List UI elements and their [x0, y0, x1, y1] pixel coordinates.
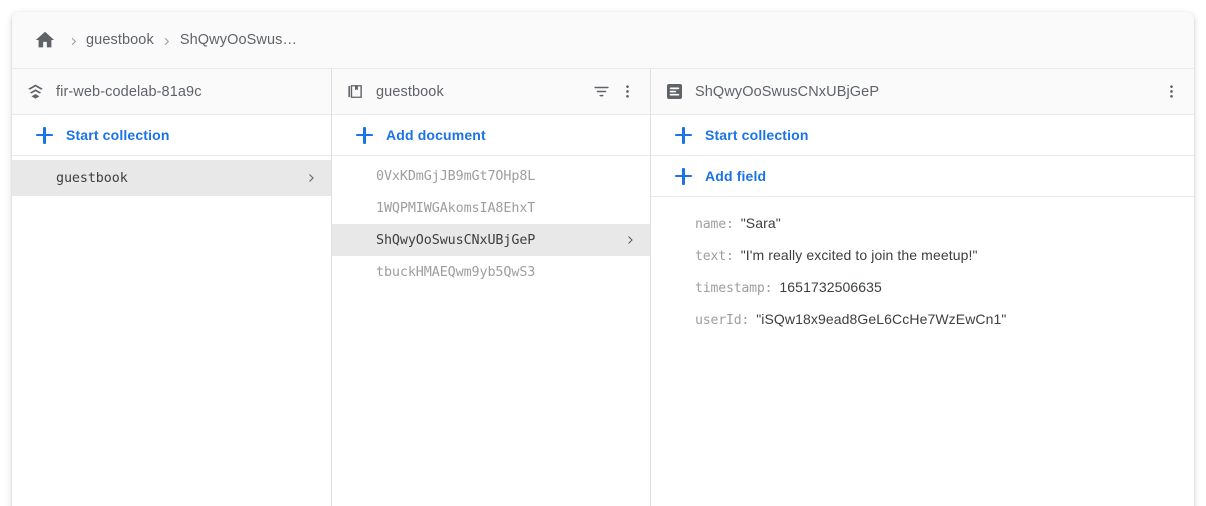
breadcrumb-separator-2 — [154, 33, 180, 47]
chevron-right-icon — [305, 172, 317, 184]
add-field-label: Add field — [705, 168, 766, 184]
collection-name: guestbook — [56, 171, 297, 186]
list-item-document[interactable]: tbuckHMAEQwm9yb5QwS3 — [332, 256, 650, 288]
project-id-label: fir-web-codelab-81a9c — [56, 84, 202, 100]
panel-project-header: fir-web-codelab-81a9c — [12, 69, 331, 115]
field-value: "Sara" — [741, 215, 781, 231]
plus-icon — [356, 127, 373, 144]
filter-icon[interactable] — [588, 79, 614, 105]
more-vert-icon[interactable] — [614, 79, 640, 105]
document-list: 0VxKDmGjJB9mGt7OHp8L 1WQPMIWGAkomsIA8Ehx… — [332, 156, 650, 506]
plus-icon — [675, 127, 692, 144]
add-document-label: Add document — [386, 127, 486, 143]
document-id: ShQwyOoSwusCNxUBjGeP — [376, 233, 616, 248]
firestore-database-icon — [26, 82, 45, 101]
document-id: tbuckHMAEQwm9yb5QwS3 — [376, 265, 636, 280]
document-id-label: ShQwyOoSwusCNxUBjGeP — [695, 84, 879, 100]
panel-columns: fir-web-codelab-81a9c Start collection g… — [12, 69, 1194, 506]
plus-icon — [36, 127, 53, 144]
breadcrumb-separator-1 — [60, 33, 86, 47]
field-row[interactable]: name: "Sara" — [695, 215, 1194, 247]
plus-icon — [675, 168, 692, 185]
panel-collection: guestbook — [332, 69, 651, 506]
start-collection-label: Start collection — [66, 127, 170, 143]
document-id: 0VxKDmGjJB9mGt7OHp8L — [376, 169, 636, 184]
more-vert-icon[interactable] — [1158, 79, 1184, 105]
panel-project: fir-web-codelab-81a9c Start collection g… — [12, 69, 332, 506]
panel-document-header: ShQwyOoSwusCNxUBjGeP — [651, 69, 1194, 115]
collection-list: guestbook — [12, 156, 331, 506]
breadcrumb: guestbook ShQwyOoSwus… — [12, 12, 1194, 69]
field-list: name: "Sara" text: "I'm really excited t… — [651, 197, 1194, 343]
start-subcollection-button[interactable]: Start collection — [651, 115, 1194, 156]
field-key: name: — [695, 217, 734, 232]
firestore-data-browser: guestbook ShQwyOoSwus… fir-w — [0, 0, 1206, 506]
field-value: "iSQw18x9ead8GeL6CcHe7WzEwCn1" — [756, 311, 1006, 327]
console-card: guestbook ShQwyOoSwus… fir-w — [12, 12, 1194, 506]
add-field-button[interactable]: Add field — [651, 156, 1194, 197]
field-row[interactable]: text: "I'm really excited to join the me… — [695, 247, 1194, 279]
document-id: 1WQPMIWGAkomsIA8EhxT — [376, 201, 636, 216]
collection-id-label: guestbook — [376, 84, 444, 100]
panel-document: ShQwyOoSwusCNxUBjGeP Start collection Ad… — [651, 69, 1194, 506]
breadcrumb-item-document[interactable]: ShQwyOoSwus… — [180, 32, 297, 48]
list-item-collection-guestbook[interactable]: guestbook — [12, 160, 331, 196]
field-value: "I'm really excited to join the meetup!" — [741, 247, 978, 263]
breadcrumb-item-collection[interactable]: guestbook — [86, 32, 154, 48]
add-document-button[interactable]: Add document — [332, 115, 650, 156]
start-collection-button[interactable]: Start collection — [12, 115, 331, 156]
list-item-document[interactable]: 1WQPMIWGAkomsIA8EhxT — [332, 192, 650, 224]
field-row[interactable]: timestamp: 1651732506635 — [695, 279, 1194, 311]
field-value: 1651732506635 — [779, 279, 882, 295]
list-item-document-selected[interactable]: ShQwyOoSwusCNxUBjGeP — [332, 224, 650, 256]
field-row[interactable]: userId: "iSQw18x9ead8GeL6CcHe7WzEwCn1" — [695, 311, 1194, 343]
field-key: userId: — [695, 313, 749, 328]
home-icon[interactable] — [34, 29, 56, 51]
field-key: text: — [695, 249, 734, 264]
document-icon — [665, 82, 684, 101]
panel-collection-header: guestbook — [332, 69, 650, 115]
chevron-right-icon — [624, 234, 636, 246]
field-key: timestamp: — [695, 281, 772, 296]
collection-icon — [346, 82, 365, 101]
list-item-document[interactable]: 0VxKDmGjJB9mGt7OHp8L — [332, 160, 650, 192]
start-collection-label: Start collection — [705, 127, 809, 143]
